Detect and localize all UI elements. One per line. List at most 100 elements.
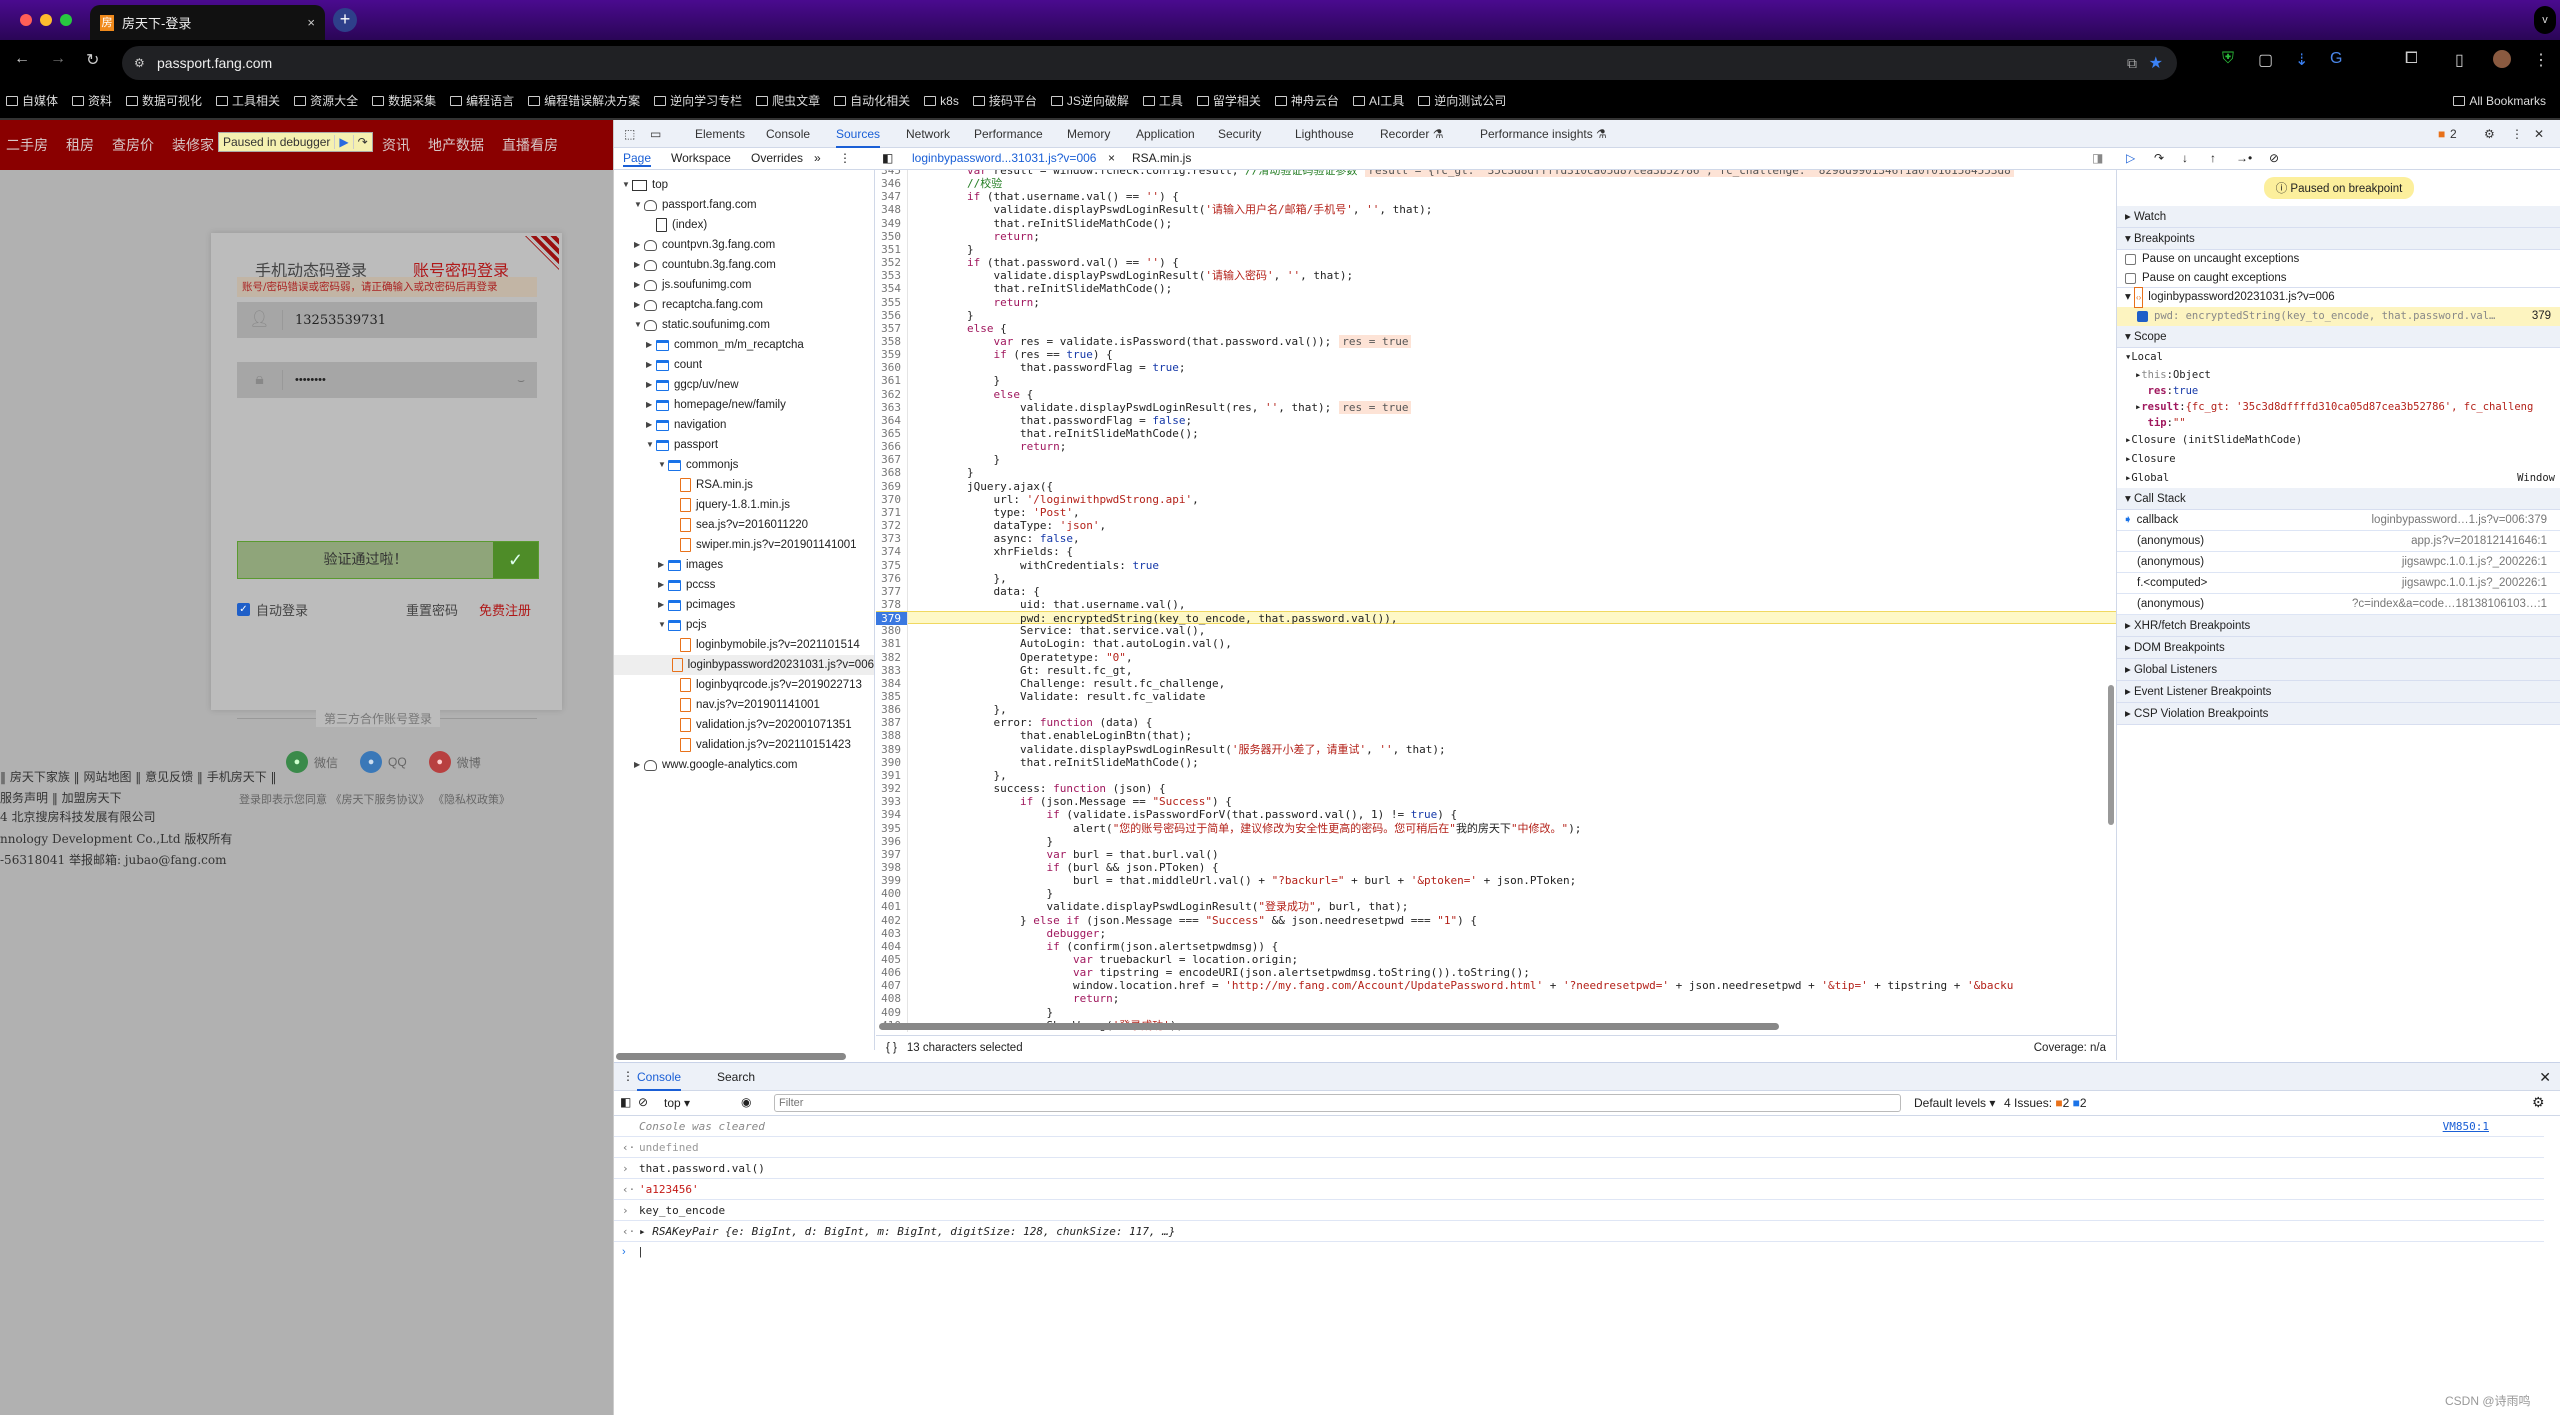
code-line[interactable]: 379 pwd: encryptedString(key_to_encode, … — [876, 611, 2116, 626]
line-number[interactable]: 397 — [876, 847, 908, 861]
scope-closure[interactable]: ▸ Closure (initSlideMathCode) — [2117, 431, 2560, 450]
code-line[interactable]: 371 type: 'Post', — [876, 505, 2116, 520]
line-number[interactable]: 349 — [876, 216, 908, 230]
eye-closed-icon[interactable]: ⌣ — [517, 373, 525, 388]
line-number[interactable]: 402 — [876, 913, 908, 927]
code-line[interactable]: 384 Challenge: result.fc_challenge, — [876, 676, 2116, 690]
call-frame[interactable]: ➧ callback loginbypassword…1.js?v=006:379 — [2117, 510, 2560, 531]
qrcode-login-icon[interactable] — [525, 236, 559, 270]
bookmark-star-icon[interactable]: ★ — [2149, 53, 2163, 73]
code-line[interactable]: 347 if (that.username.val() == '') { — [876, 190, 2116, 204]
line-number[interactable]: 350 — [876, 229, 908, 243]
step-over-icon[interactable]: ↷ — [352, 135, 372, 149]
bookmark-folder[interactable]: 编程语言 — [450, 92, 514, 109]
code-line[interactable]: 374 xhrFields: { — [876, 545, 2116, 559]
tab-console[interactable]: Console — [766, 120, 810, 148]
bookmark-folder[interactable]: JS逆向破解 — [1050, 92, 1129, 109]
menu-icon[interactable]: ⋮ — [2533, 50, 2549, 70]
line-number[interactable]: 391 — [876, 768, 908, 783]
line-number[interactable]: 381 — [876, 637, 908, 651]
register-link[interactable]: 免费注册 — [479, 600, 531, 619]
horizontal-scrollbar[interactable] — [879, 1023, 1779, 1030]
code-line[interactable]: 377 data: { — [876, 584, 2116, 598]
code-line[interactable]: 405 var truebackurl = location.origin; — [876, 953, 2116, 967]
side-panel-icon[interactable]: ▯ — [2455, 50, 2464, 70]
scope-variable[interactable]: ▸ this: Object — [2117, 367, 2560, 383]
line-number[interactable]: 389 — [876, 742, 908, 756]
line-number[interactable]: 354 — [876, 282, 908, 296]
code-line[interactable]: 346 //校验 — [876, 177, 2116, 191]
bookmark-folder[interactable]: 资源大全 — [294, 92, 358, 109]
tab-elements[interactable]: Elements — [695, 120, 745, 148]
tab-sources[interactable]: Sources — [836, 120, 881, 148]
code-line[interactable]: 390 that.reInitSlideMathCode(); — [876, 755, 2116, 769]
line-number[interactable]: 370 — [876, 492, 908, 506]
tree-item[interactable]: ▶ common_m/m_recaptcha — [614, 335, 874, 355]
resume-icon[interactable]: ▷ — [2126, 151, 2135, 165]
avatar[interactable] — [2493, 50, 2511, 68]
code-line[interactable]: 408 return; — [876, 992, 2116, 1006]
tree-item[interactable]: ▼ pcjs — [614, 615, 874, 635]
tree-item[interactable]: ▼ passport — [614, 435, 874, 455]
code-line[interactable]: 375 withCredentials: true — [876, 558, 2116, 572]
extension-shield-icon[interactable]: ⛨ — [2222, 50, 2234, 68]
code-line[interactable]: 353 validate.displayPswdLoginResult('请输入… — [876, 269, 2116, 283]
nav-item[interactable]: 地产数据 — [428, 135, 484, 155]
bookmark-folder[interactable]: 爬虫文章 — [756, 92, 820, 109]
step-icon[interactable]: →• — [2236, 151, 2252, 165]
tree-item[interactable]: sea.js?v=2016011220 — [614, 515, 874, 535]
toggle-debugger-icon[interactable]: ◨ — [2092, 151, 2103, 165]
tree-item[interactable]: ▼ top — [614, 175, 874, 195]
code-line[interactable]: 369 jQuery.ajax({ — [876, 479, 2116, 493]
translate-icon[interactable]: ⧉ — [2127, 55, 2137, 72]
extension-download-icon[interactable]: ⇣ — [2295, 50, 2308, 70]
new-tab-button[interactable]: + — [333, 8, 357, 32]
code-line[interactable]: 370 url: '/loginwithpwdStrong.api', — [876, 492, 2116, 506]
close-devtools-icon[interactable]: ✕ — [2534, 120, 2544, 148]
frame-location[interactable]: app.js?v=201812141646:1 — [2411, 531, 2547, 551]
tree-item[interactable]: validation.js?v=202110151423 — [614, 735, 874, 755]
tree-item[interactable]: ▼ passport.fang.com — [614, 195, 874, 215]
line-number[interactable]: 375 — [876, 558, 908, 572]
line-number[interactable]: 367 — [876, 453, 908, 467]
username-field[interactable]: 👤︎ 13253539731 — [237, 302, 537, 338]
footer-line[interactable]: ‖ 房天下家族 ‖ 网站地图 ‖ 意见反馈 ‖ 手机房天下 ‖ — [0, 768, 277, 785]
site-info-icon[interactable]: ⚙ — [134, 56, 145, 70]
line-number[interactable]: 374 — [876, 545, 908, 559]
code-line[interactable]: 399 burl = that.middleUrl.val() + "?back… — [876, 874, 2116, 888]
bookmark-folder[interactable]: 自动化相关 — [834, 92, 910, 109]
scope-global[interactable]: ▸ Global Window — [2117, 469, 2560, 488]
tree-item[interactable]: loginbymobile.js?v=2021101514 — [614, 635, 874, 655]
line-number[interactable]: 398 — [876, 860, 908, 875]
line-number[interactable]: 400 — [876, 887, 908, 901]
line-number[interactable]: 346 — [876, 177, 908, 191]
line-number[interactable]: 405 — [876, 953, 908, 967]
call-stack-section[interactable]: ▾ Call Stack — [2117, 488, 2560, 510]
line-number[interactable]: 355 — [876, 295, 908, 309]
code-line[interactable]: 352 if (that.password.val() == '') { — [876, 256, 2116, 270]
live-expression-icon[interactable]: ◉ — [741, 1095, 751, 1109]
code-line[interactable]: 365 that.reInitSlideMathCode(); — [876, 427, 2116, 441]
line-number[interactable]: 378 — [876, 597, 908, 612]
code-line[interactable]: 398 if (burl && json.PToken) { — [876, 860, 2116, 875]
code-line[interactable]: 392 success: function (json) { — [876, 782, 2116, 796]
console-settings-icon[interactable]: ⚙ — [2532, 1094, 2545, 1111]
close-file-icon[interactable]: × — [1108, 151, 1115, 165]
vertical-scrollbar[interactable] — [2108, 685, 2114, 825]
tree-menu-icon[interactable]: ⋮ — [839, 151, 851, 165]
tab-memory[interactable]: Memory — [1067, 120, 1110, 148]
tab-overrides[interactable]: Overrides — [751, 151, 803, 165]
resume-icon[interactable]: ▶ — [334, 135, 352, 149]
code-line[interactable]: 389 validate.displayPswdLoginResult('服务器… — [876, 742, 2116, 756]
line-number[interactable]: 353 — [876, 269, 908, 283]
drawer-menu-icon[interactable]: ⋮ — [622, 1069, 634, 1083]
line-number[interactable]: 386 — [876, 703, 908, 717]
code-line[interactable]: 361 } — [876, 374, 2116, 388]
line-number[interactable]: 390 — [876, 755, 908, 769]
code-line[interactable]: 383 Gt: result.fc_gt, — [876, 663, 2116, 677]
line-number[interactable]: 351 — [876, 242, 908, 257]
line-number[interactable]: 377 — [876, 584, 908, 598]
line-number[interactable]: 348 — [876, 203, 908, 217]
open-file-tab[interactable]: RSA.min.js — [1132, 151, 1191, 165]
tab-network[interactable]: Network — [906, 120, 950, 148]
